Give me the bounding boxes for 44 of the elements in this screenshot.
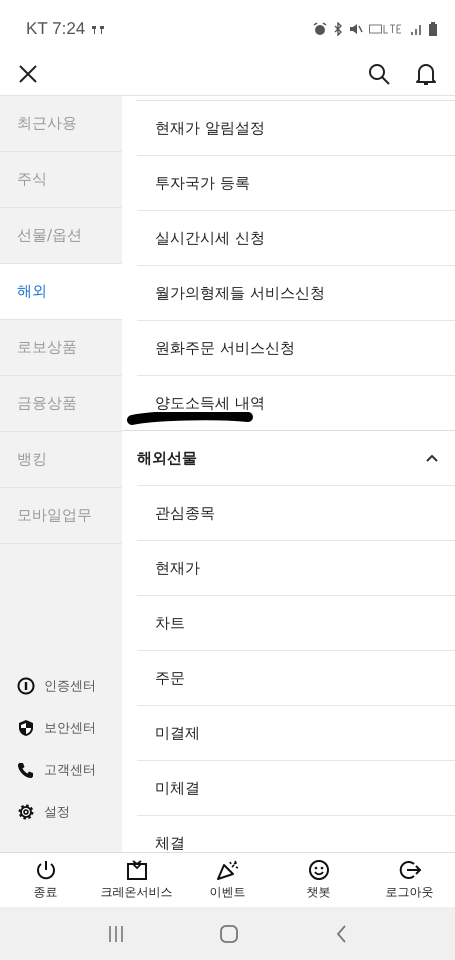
carrier-time: KT 7:24 — [26, 19, 86, 39]
chevron-icon[interactable] — [425, 454, 439, 462]
sidebar-item[interactable]: 해외 — [0, 264, 122, 320]
menu-item[interactable]: 원화주문 서비스신청 — [155, 338, 295, 358]
nav-button[interactable]: 종료 — [0, 853, 91, 907]
group-header[interactable]: 해외선물 — [137, 448, 197, 468]
logout-icon — [398, 859, 422, 881]
menu-item[interactable]: 주문 — [155, 668, 185, 688]
sidebar-link[interactable]: 인증센터 — [44, 677, 96, 695]
sidebar-link[interactable]: 고객센터 — [44, 761, 96, 779]
menu-item[interactable]: 투자국가 등록 — [155, 174, 250, 192]
earbuds-icon — [91, 24, 106, 34]
phone-icon — [17, 761, 35, 779]
mute-icon — [349, 22, 363, 36]
bluetooth-icon — [333, 22, 343, 36]
menu-item[interactable]: 실시간시세 신청 — [155, 228, 265, 248]
smiley-icon — [308, 859, 330, 881]
back-icon[interactable] — [335, 924, 348, 944]
gear-icon — [17, 803, 35, 821]
menu-item[interactable]: 월가의형제들 서비스신청 — [155, 284, 325, 302]
home-icon[interactable] — [219, 924, 240, 944]
party-popper-icon — [216, 859, 240, 881]
nav-button[interactable]: 챗봇 — [273, 853, 364, 907]
menu-item[interactable]: 체결 — [155, 834, 185, 852]
menu-item[interactable]: 차트 — [155, 614, 185, 632]
shield-icon — [17, 719, 35, 737]
menu-item[interactable]: 양도소득세 내역 — [155, 394, 265, 412]
nav-button[interactable]: 크레온서비스 — [91, 853, 182, 907]
sidebar-link[interactable]: 보안센터 — [44, 719, 96, 737]
gift-icon — [126, 859, 148, 881]
menu-item[interactable]: 현재가 알림설정 — [155, 118, 265, 138]
alarm-icon — [313, 22, 327, 36]
sidebar-link[interactable]: 설정 — [44, 803, 70, 821]
info-icon — [17, 677, 35, 695]
menu-item[interactable]: 현재가 — [155, 558, 200, 578]
menu-item[interactable]: 미결제 — [155, 724, 200, 742]
recent-apps-icon[interactable] — [108, 924, 124, 942]
menu-item[interactable]: 미체결 — [155, 778, 200, 798]
menu-item[interactable]: 관심종목 — [155, 504, 215, 522]
nav-button[interactable]: 로그아웃 — [364, 853, 455, 907]
nav-button[interactable]: 이벤트 — [182, 853, 273, 907]
battery-icon — [429, 22, 437, 36]
power-icon — [34, 859, 56, 881]
signal-icon — [411, 22, 423, 36]
